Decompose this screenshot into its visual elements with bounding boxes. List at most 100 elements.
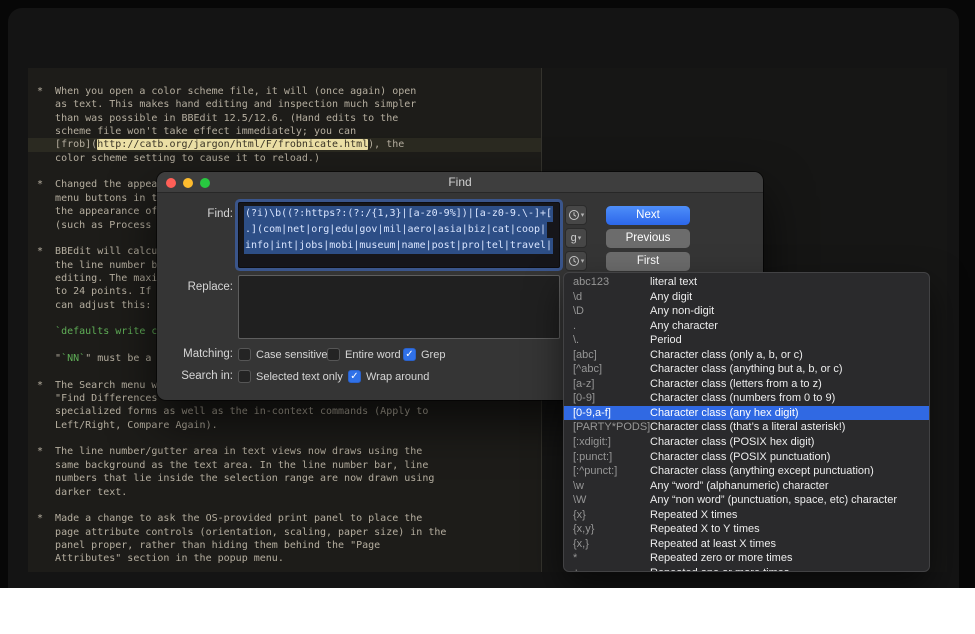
pattern-menu-item[interactable]: *Repeated zero or more times [564,551,929,566]
pattern-text: [0-9,a-f] [564,406,650,421]
editor-line: numbers that lie inside the selection ra… [37,472,434,485]
checkbox-label: Entire word [345,349,401,361]
find-dialog-titlebar[interactable]: Find [157,172,763,193]
pattern-menu-item[interactable]: [0-9,a-f]Character class (any hex digit) [564,406,929,421]
checkbox-selected-text-only[interactable]: Selected text only [238,369,343,384]
pattern-menu-item[interactable]: abc123literal text [564,275,929,290]
checkbox-wrap-around[interactable]: ✓ Wrap around [348,369,429,384]
next-button[interactable]: Next [606,206,690,225]
pattern-menu-item[interactable]: [abc]Character class (only a, b, or c) [564,348,929,363]
pattern-text: \W [564,493,650,508]
checkbox-case-sensitive[interactable]: Case sensitive [238,347,328,362]
editor-line: page attribute controls (orientation, sc… [37,526,446,539]
pattern-description: Repeated X times [650,508,737,523]
clock-icon [568,209,580,221]
editor-line: * The line number/gutter area in text vi… [37,445,422,458]
pattern-text: [^abc] [564,362,650,377]
first-button[interactable]: First [606,252,690,271]
checkbox-checked-icon[interactable]: ✓ [403,348,416,361]
pattern-text: {x} [564,508,650,523]
editor-line: same background as the text area. In the… [37,459,428,472]
pattern-menu-item[interactable]: {x}Repeated X times [564,508,929,523]
pattern-menu-item[interactable]: \dAny digit [564,290,929,305]
pattern-text: \D [564,304,650,319]
pattern-menu-item[interactable]: {x,y}Repeated X to Y times [564,522,929,537]
editor-line: specialized forms as well as the in-cont… [37,405,428,418]
replace-history-button[interactable]: ▾ [565,251,587,271]
editor-line: [frob](http://catb.org/jargon/html/F/fro… [37,138,404,151]
pattern-description: Any non-digit [650,304,714,319]
pattern-menu-item[interactable]: [^abc]Character class (anything but a, b… [564,362,929,377]
pattern-description: Character class (only a, b, or c) [650,348,803,363]
pattern-menu-item[interactable]: [PARTY*PODS]Character class (that’s a li… [564,420,929,435]
checkbox-grep[interactable]: ✓ Grep [403,347,445,362]
checkbox-entire-word[interactable]: Entire word [327,347,401,362]
pattern-text: [0-9] [564,391,650,406]
pattern-menu-item[interactable]: {x,}Repeated at least X times [564,537,929,552]
editor-line: "`NN`" must be a d [37,352,163,365]
pattern-text: [:punct:] [564,450,650,465]
pattern-menu-list: abc123literal text\dAny digit\DAny non-d… [563,272,930,572]
pattern-description: Any digit [650,290,692,305]
pattern-menu-item[interactable]: \WAny “non word” (punctuation, space, et… [564,493,929,508]
grep-pattern-menu-label: g [571,232,577,244]
grep-pattern-menu-button[interactable]: g▾ [565,228,587,248]
pattern-description: Character class (numbers from 0 to 9) [650,391,835,406]
editor-line: editing. The maxim [37,272,163,285]
pattern-description: Period [650,333,682,348]
replace-field[interactable] [238,275,560,339]
pattern-description: Repeated X to Y times [650,522,760,537]
replace-label: Replace: [165,281,233,293]
chevron-down-icon: ▾ [581,258,585,265]
pattern-text: . [564,319,650,334]
checkbox-unchecked-box[interactable] [238,348,251,361]
pattern-description: Repeated one or more times [650,566,789,572]
pattern-menu-item[interactable]: \wAny “word” (alphanumeric) character [564,479,929,494]
pattern-text: [a-z] [564,377,650,392]
pattern-text: [abc] [564,348,650,363]
pattern-description: Character class (anything but a, b, or c… [650,362,843,377]
editor-line: as text. This makes hand editing and ins… [37,98,416,111]
pattern-menu-item[interactable]: [a-z]Character class (letters from a to … [564,377,929,392]
pattern-description: Character class (anything except punctua… [650,464,874,479]
pattern-description: Any character [650,319,718,334]
page-background-strip [0,588,975,634]
pattern-menu-item[interactable]: \.Period [564,333,929,348]
editor-line: panel proper, rather than hiding them be… [37,539,380,552]
checkbox-unchecked-box[interactable] [238,370,251,383]
pattern-text: \. [564,333,650,348]
pattern-menu-item[interactable]: [0-9]Character class (numbers from 0 to … [564,391,929,406]
clock-icon [568,255,580,267]
pattern-description: Any “word” (alphanumeric) character [650,479,829,494]
pattern-menu-item[interactable]: .Any character [564,319,929,334]
pattern-menu-item[interactable]: [:^punct:]Character class (anything exce… [564,464,929,479]
editor-line: than was possible in BBEdit 12.5/12.6. (… [37,112,398,125]
checkbox-checked-icon[interactable]: ✓ [348,370,361,383]
find-history-button[interactable]: ▾ [565,205,587,225]
previous-button[interactable]: Previous [606,229,690,248]
pattern-description: literal text [650,275,697,290]
checkbox-label: Case sensitive [256,349,328,361]
find-field-line: info|int|jobs|mobi|museum|name|post|pro|… [244,238,554,254]
pattern-menu-item[interactable]: [:punct:]Character class (POSIX punctuat… [564,450,929,465]
pattern-description: Repeated zero or more times [650,551,792,566]
pattern-menu-item[interactable]: +Repeated one or more times [564,566,929,572]
chevron-down-icon: ▾ [581,212,585,219]
checkbox-unchecked-box[interactable] [327,348,340,361]
find-field[interactable]: (?i)\b((?:https?:(?:/{1,3}|[a-z0-9%])|[a… [238,202,560,268]
editor-line: * Made a change to ask the OS-provided p… [37,512,422,525]
find-label: Find: [165,208,233,220]
pattern-description: Character class (letters from a to z) [650,377,822,392]
pattern-text: [PARTY*PODS] [564,420,650,435]
pattern-text: [:xdigit:] [564,435,650,450]
find-field-line: .](com|net|org|edu|gov|mil|aero|asia|biz… [244,222,554,238]
checkbox-label: Grep [421,349,445,361]
pattern-menu-item[interactable]: \DAny non-digit [564,304,929,319]
checkbox-label: Wrap around [366,371,429,383]
checkbox-label: Selected text only [256,371,343,383]
editor-line: darker text. [37,486,127,499]
dialog-title: Find [157,175,763,189]
editor-line: the appearance of [37,205,163,218]
pattern-menu-item[interactable]: [:xdigit:]Character class (POSIX hex dig… [564,435,929,450]
pattern-description: Any “non word” (punctuation, space, etc)… [650,493,897,508]
